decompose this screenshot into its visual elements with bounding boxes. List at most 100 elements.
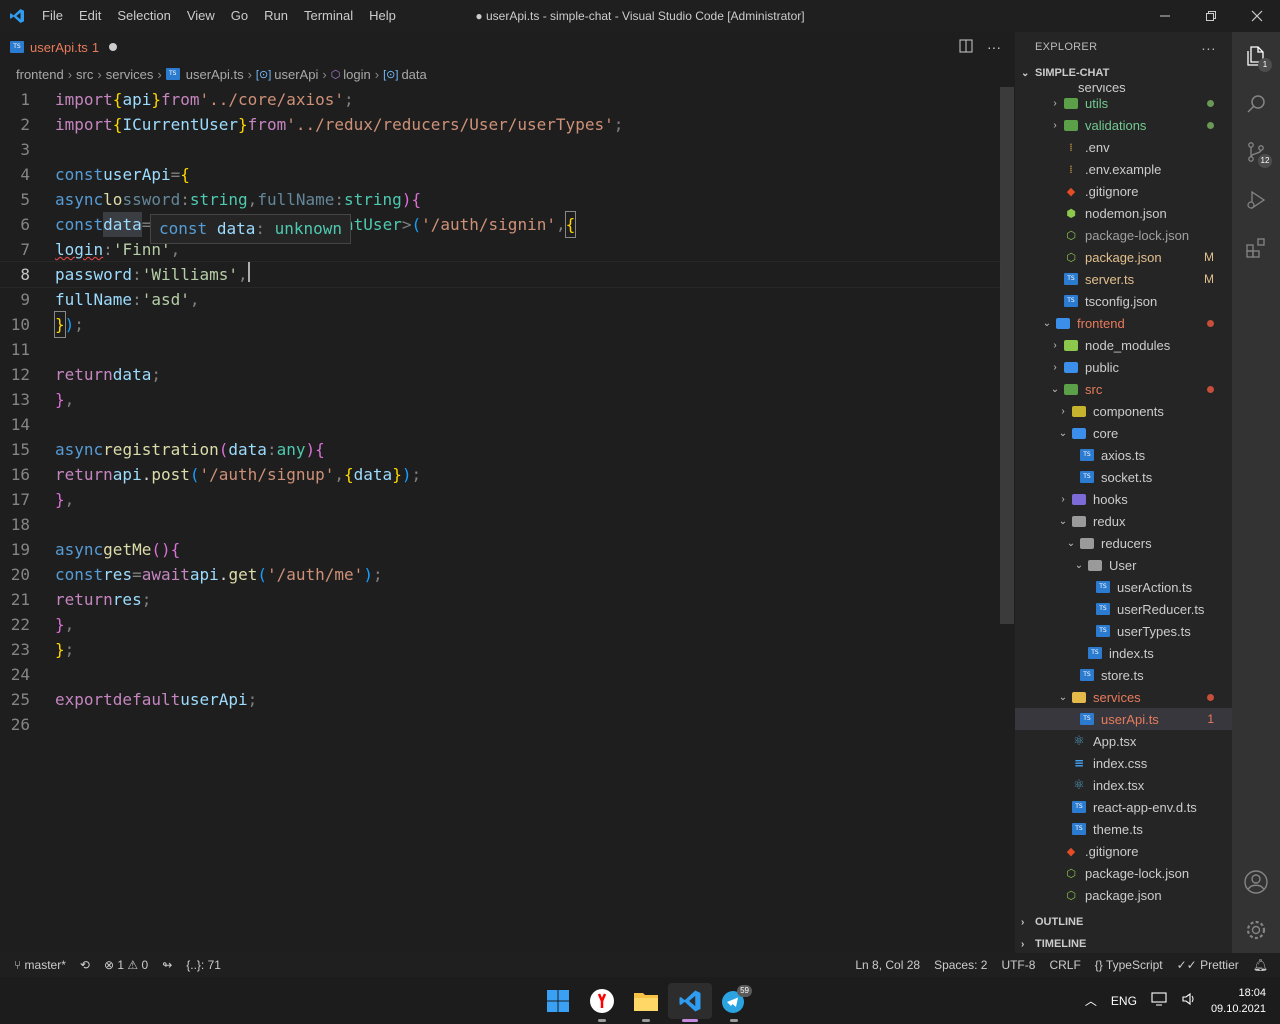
tree-item[interactable]: ⬡ package.json	[1015, 884, 1232, 906]
tree-item[interactable]: ⬢ nodemon.json	[1015, 202, 1232, 224]
tree-item[interactable]: ⌄ frontend	[1015, 312, 1232, 334]
json-status[interactable]: {..}: 71	[186, 958, 221, 972]
tree-item[interactable]: TS userTypes.ts	[1015, 620, 1232, 642]
prettier-status[interactable]: ✓✓ Prettier	[1177, 958, 1239, 972]
file-icon: ◆	[1066, 844, 1076, 858]
tree-item[interactable]: ⁞ .env	[1015, 136, 1232, 158]
gear-icon[interactable]	[1232, 906, 1280, 954]
tree-item[interactable]: TS react-app-env.d.ts	[1015, 796, 1232, 818]
close-window-button[interactable]	[1234, 0, 1280, 32]
telegram-icon[interactable]: 59	[712, 983, 756, 1022]
sync-icon[interactable]: ⟲	[80, 958, 90, 972]
menu-selection[interactable]: Selection	[109, 0, 178, 32]
tree-item[interactable]: ◆ .gitignore	[1015, 840, 1232, 862]
tree-item[interactable]: TS userAction.ts	[1015, 576, 1232, 598]
breadcrumb-data[interactable]: data	[401, 67, 426, 82]
tree-item[interactable]: ⌄ src	[1015, 378, 1232, 400]
breadcrumb-frontend[interactable]: frontend	[16, 67, 64, 82]
tree-item[interactable]: ⬡ package-lock.json	[1015, 224, 1232, 246]
tree-item[interactable]: TS theme.ts	[1015, 818, 1232, 840]
file-explorer-icon[interactable]	[624, 983, 668, 1022]
code-editor[interactable]: 1 import { api } from '../core/axios'; 2i…	[0, 87, 1001, 737]
text-cursor	[247, 262, 250, 282]
tree-item[interactable]: › node_modules	[1015, 334, 1232, 356]
menu-edit[interactable]: Edit	[71, 0, 109, 32]
tree-item[interactable]: › components	[1015, 400, 1232, 422]
breadcrumb-src[interactable]: src	[76, 67, 93, 82]
editor-scrollbar[interactable]	[1000, 87, 1014, 624]
tree-item[interactable]: TS tsconfig.json	[1015, 290, 1232, 312]
tree-item[interactable]: TS server.ts M	[1015, 268, 1232, 290]
breadcrumb-userapi[interactable]: userApi	[274, 67, 318, 82]
menu-terminal[interactable]: Terminal	[296, 0, 361, 32]
vscode-taskbar-icon[interactable]	[668, 983, 712, 1022]
language-status[interactable]: {} TypeScript	[1095, 958, 1163, 972]
tab-userapi[interactable]: TS userApi.ts 1	[0, 32, 129, 62]
language-indicator[interactable]: ENG	[1111, 994, 1137, 1008]
indentation-status[interactable]: Spaces: 2	[934, 958, 987, 972]
tree-item[interactable]: ⬡ package.json M	[1015, 246, 1232, 268]
tree-item[interactable]: TS userApi.ts 1	[1015, 708, 1232, 730]
project-section[interactable]: ⌄ SIMPLE-CHAT	[1015, 62, 1232, 84]
network-icon[interactable]	[1151, 992, 1167, 1009]
menu-view[interactable]: View	[179, 0, 223, 32]
explorer-sidebar: EXPLORER ··· ⌄ SIMPLE-CHAT services › uti…	[1015, 32, 1232, 953]
account-icon[interactable]	[1232, 858, 1280, 906]
branch-status[interactable]: ⑂ master*	[14, 958, 66, 972]
tree-item[interactable]: › validations	[1015, 114, 1232, 136]
search-icon[interactable]	[1232, 80, 1280, 128]
tree-item[interactable]: ⌄ User	[1015, 554, 1232, 576]
notifications-bell-icon[interactable]: 🔔︎	[1253, 958, 1268, 972]
restore-button[interactable]	[1188, 0, 1234, 32]
tree-item[interactable]: › public	[1015, 356, 1232, 378]
tree-item[interactable]: › hooks	[1015, 488, 1232, 510]
source-control-icon[interactable]: 12	[1232, 128, 1280, 176]
encoding-status[interactable]: UTF-8	[1001, 958, 1035, 972]
cursor-position[interactable]: Ln 8, Col 28	[855, 958, 920, 972]
tree-item[interactable]: ⚛ index.tsx	[1015, 774, 1232, 796]
eol-status[interactable]: CRLF	[1049, 958, 1080, 972]
problems-status[interactable]: ⊗ 1 ⚠ 0	[104, 958, 148, 972]
minimize-button[interactable]	[1142, 0, 1188, 32]
menu-go[interactable]: Go	[223, 0, 256, 32]
tree-item[interactable]: ⌄ core	[1015, 422, 1232, 444]
breadcrumb-services[interactable]: services	[106, 67, 154, 82]
breadcrumb-file[interactable]: userApi.ts	[186, 67, 244, 82]
tree-item[interactable]: ⬡ package-lock.json	[1015, 862, 1232, 884]
breadcrumb-login[interactable]: login	[343, 67, 370, 82]
tree-item-label: axios.ts	[1101, 447, 1146, 463]
explorer-icon[interactable]: 1	[1232, 32, 1280, 80]
tree-item[interactable]: TS axios.ts	[1015, 444, 1232, 466]
tree-item[interactable]: ◆ .gitignore	[1015, 180, 1232, 202]
volume-icon[interactable]	[1181, 992, 1197, 1009]
split-editor-icon[interactable]	[959, 39, 973, 56]
unsaved-dot-icon[interactable]	[109, 43, 118, 51]
menu-run[interactable]: Run	[256, 0, 296, 32]
code-line: 1 import { api } from '../core/axios';	[20, 90, 354, 109]
tree-item[interactable]: TS index.ts	[1015, 642, 1232, 664]
tree-item-label: server.ts	[1085, 271, 1135, 287]
tree-item[interactable]: ⌄ redux	[1015, 510, 1232, 532]
yandex-browser-icon[interactable]	[580, 983, 624, 1022]
windows-start-icon[interactable]	[536, 983, 580, 1019]
tree-item[interactable]: ≡ index.css	[1015, 752, 1232, 774]
menu-file[interactable]: File	[34, 0, 71, 32]
tree-item[interactable]: ⚛ App.tsx	[1015, 730, 1232, 752]
outline-section[interactable]: › OUTLINE	[1015, 911, 1232, 933]
run-debug-icon[interactable]	[1232, 176, 1280, 224]
more-actions-icon[interactable]: ···	[987, 39, 1001, 55]
tree-item[interactable]: ⌄ services	[1015, 686, 1232, 708]
tree-item[interactable]: › utils	[1015, 92, 1232, 114]
chevron-up-icon[interactable]: ︿	[1085, 992, 1097, 1009]
menu-help[interactable]: Help	[361, 0, 404, 32]
clock[interactable]: 18:04 09.10.2021	[1211, 985, 1266, 1017]
extensions-icon[interactable]	[1232, 224, 1280, 272]
explorer-more-icon[interactable]: ···	[1201, 40, 1216, 56]
tree-item[interactable]: TS socket.ts	[1015, 466, 1232, 488]
tree-item[interactable]: TS userReducer.ts	[1015, 598, 1232, 620]
timeline-section[interactable]: › TIMELINE	[1015, 933, 1232, 955]
tree-item[interactable]: ⁞ .env.example	[1015, 158, 1232, 180]
tree-item[interactable]: ⌄ reducers	[1015, 532, 1232, 554]
tree-item[interactable]: TS store.ts	[1015, 664, 1232, 686]
liveshare-icon[interactable]: ↬	[162, 958, 172, 972]
